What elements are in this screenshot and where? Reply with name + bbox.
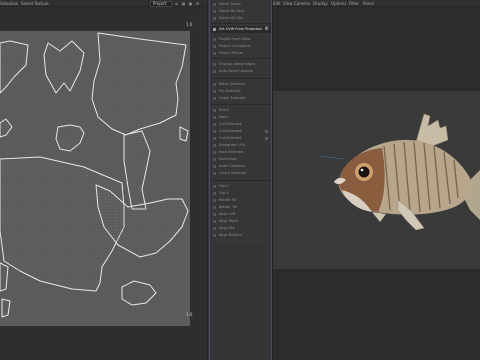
cmd-item[interactable]: Stitch <box>211 107 271 114</box>
uv-island <box>123 130 151 210</box>
cmd-item[interactable]: Project Cylindrical <box>211 43 271 50</box>
gear-icon[interactable]: ⚙ <box>195 1 200 6</box>
cmd-item[interactable]: Cut Selected <box>211 135 271 142</box>
menu-edit[interactable]: Edit <box>273 1 281 6</box>
cmd-item[interactable]: Weld <box>211 114 271 121</box>
cmd-item-active[interactable]: Set UVW From Projection ⚙ <box>211 26 271 33</box>
cmd-item[interactable]: Pack Selected <box>211 149 271 156</box>
cmd-item[interactable]: Flip V <box>211 190 271 197</box>
menu-camera[interactable]: Camera <box>294 1 310 6</box>
cmd-item[interactable]: Normalize <box>211 156 271 163</box>
cmd-item[interactable]: Pin Selected <box>211 88 271 95</box>
menu-panel[interactable]: Panel <box>363 1 374 6</box>
layout-icon[interactable]: ▣ <box>188 1 193 6</box>
option-icon[interactable] <box>265 137 268 140</box>
uv-island <box>91 32 187 136</box>
uv-island <box>0 118 13 138</box>
separator <box>211 23 271 24</box>
menu-display[interactable]: Display <box>313 1 328 6</box>
cmd-item[interactable]: Relax Selected <box>211 81 271 88</box>
grid-icon[interactable]: ▦ <box>181 1 186 6</box>
uv-island <box>179 126 189 142</box>
viewport-3d-panel: Edit View Camera Display Options Filter … <box>273 0 480 360</box>
uv-island <box>1 298 11 318</box>
separator <box>211 58 271 59</box>
cmd-item[interactable]: Select All UVs <box>211 15 271 22</box>
separator <box>211 180 271 181</box>
uv-coord-bottom: 1.0 <box>186 312 193 317</box>
lock-icon[interactable]: 🔒︎ <box>174 1 179 6</box>
cmd-item[interactable]: Select Faces <box>211 1 271 8</box>
cmd-item[interactable]: Auto Seam Unwrap <box>211 68 271 75</box>
uv-island <box>55 124 85 152</box>
cmd-item[interactable]: Align Right <box>211 218 271 225</box>
uv-island <box>0 262 9 292</box>
cmd-item[interactable]: Align Top <box>211 225 271 232</box>
cmd-item-label: Cut Selected <box>219 136 242 140</box>
cmd-item[interactable]: Unpin Selected <box>211 95 271 102</box>
cmd-item[interactable]: Rotate -90 <box>211 204 271 211</box>
menu-filter[interactable]: Filter <box>349 1 359 6</box>
cmd-item-label: Set UVW From Projection <box>219 27 263 31</box>
menu-texture[interactable]: Texture <box>34 1 49 6</box>
separator <box>211 78 271 79</box>
cmd-item[interactable]: Flip U <box>211 183 271 190</box>
panel-empty-area <box>211 244 271 360</box>
option-icon[interactable] <box>265 130 268 133</box>
guide-line <box>209 0 210 360</box>
cmd-item[interactable]: Rotate 90 <box>211 197 271 204</box>
cmd-item[interactable]: Align Bottom <box>211 232 271 239</box>
guide-line <box>271 0 272 360</box>
cmd-item[interactable]: Select By Face <box>211 8 271 15</box>
menu-options[interactable]: Options <box>331 1 346 6</box>
cmd-item[interactable]: Cut Selected <box>211 128 271 135</box>
cmd-item[interactable]: Scale Selected <box>211 163 271 170</box>
uv-island <box>0 40 29 94</box>
uv-islands[interactable] <box>0 31 190 326</box>
cmd-item[interactable]: Project Planar <box>211 50 271 57</box>
cmd-item[interactable]: Unwrap Along Edges <box>211 61 271 68</box>
cmd-item[interactable]: Project From View <box>211 36 271 43</box>
command-panel: Select Faces Select By Face Select All U… <box>207 0 273 360</box>
cmd-item[interactable]: Align Left <box>211 211 271 218</box>
projection-select[interactable]: Project <box>150 0 172 7</box>
uv-editor-panel: Selection Select Texture Project 🔒︎ ▦ ▣ … <box>0 0 207 360</box>
cmd-item[interactable]: Orient Selected <box>211 170 271 177</box>
uv-island <box>43 40 85 94</box>
fish-model[interactable] <box>320 100 480 242</box>
menu-view[interactable]: View <box>283 1 293 6</box>
cmd-item[interactable]: Straighten UVs <box>211 142 271 149</box>
separator <box>211 104 271 105</box>
menu-selection[interactable]: Selection <box>0 1 18 6</box>
uv-island <box>121 280 157 306</box>
cmd-item[interactable]: Cut Selected <box>211 121 271 128</box>
uv-menubar: Selection Select Texture Project 🔒︎ ▦ ▣ … <box>0 0 207 7</box>
uv-coord-top: 1.0 <box>186 22 193 27</box>
viewport-menubar: Edit View Camera Display Options Filter … <box>273 0 480 7</box>
gear-icon[interactable]: ⚙ <box>265 26 269 33</box>
uv-viewport[interactable]: 1.0 1.0 <box>0 9 207 360</box>
menu-select[interactable]: Select <box>21 1 33 6</box>
cmd-item-label: Cut Selected <box>219 129 242 133</box>
uv-toolbar: Project 🔒︎ ▦ ▣ ⚙ <box>150 0 200 7</box>
